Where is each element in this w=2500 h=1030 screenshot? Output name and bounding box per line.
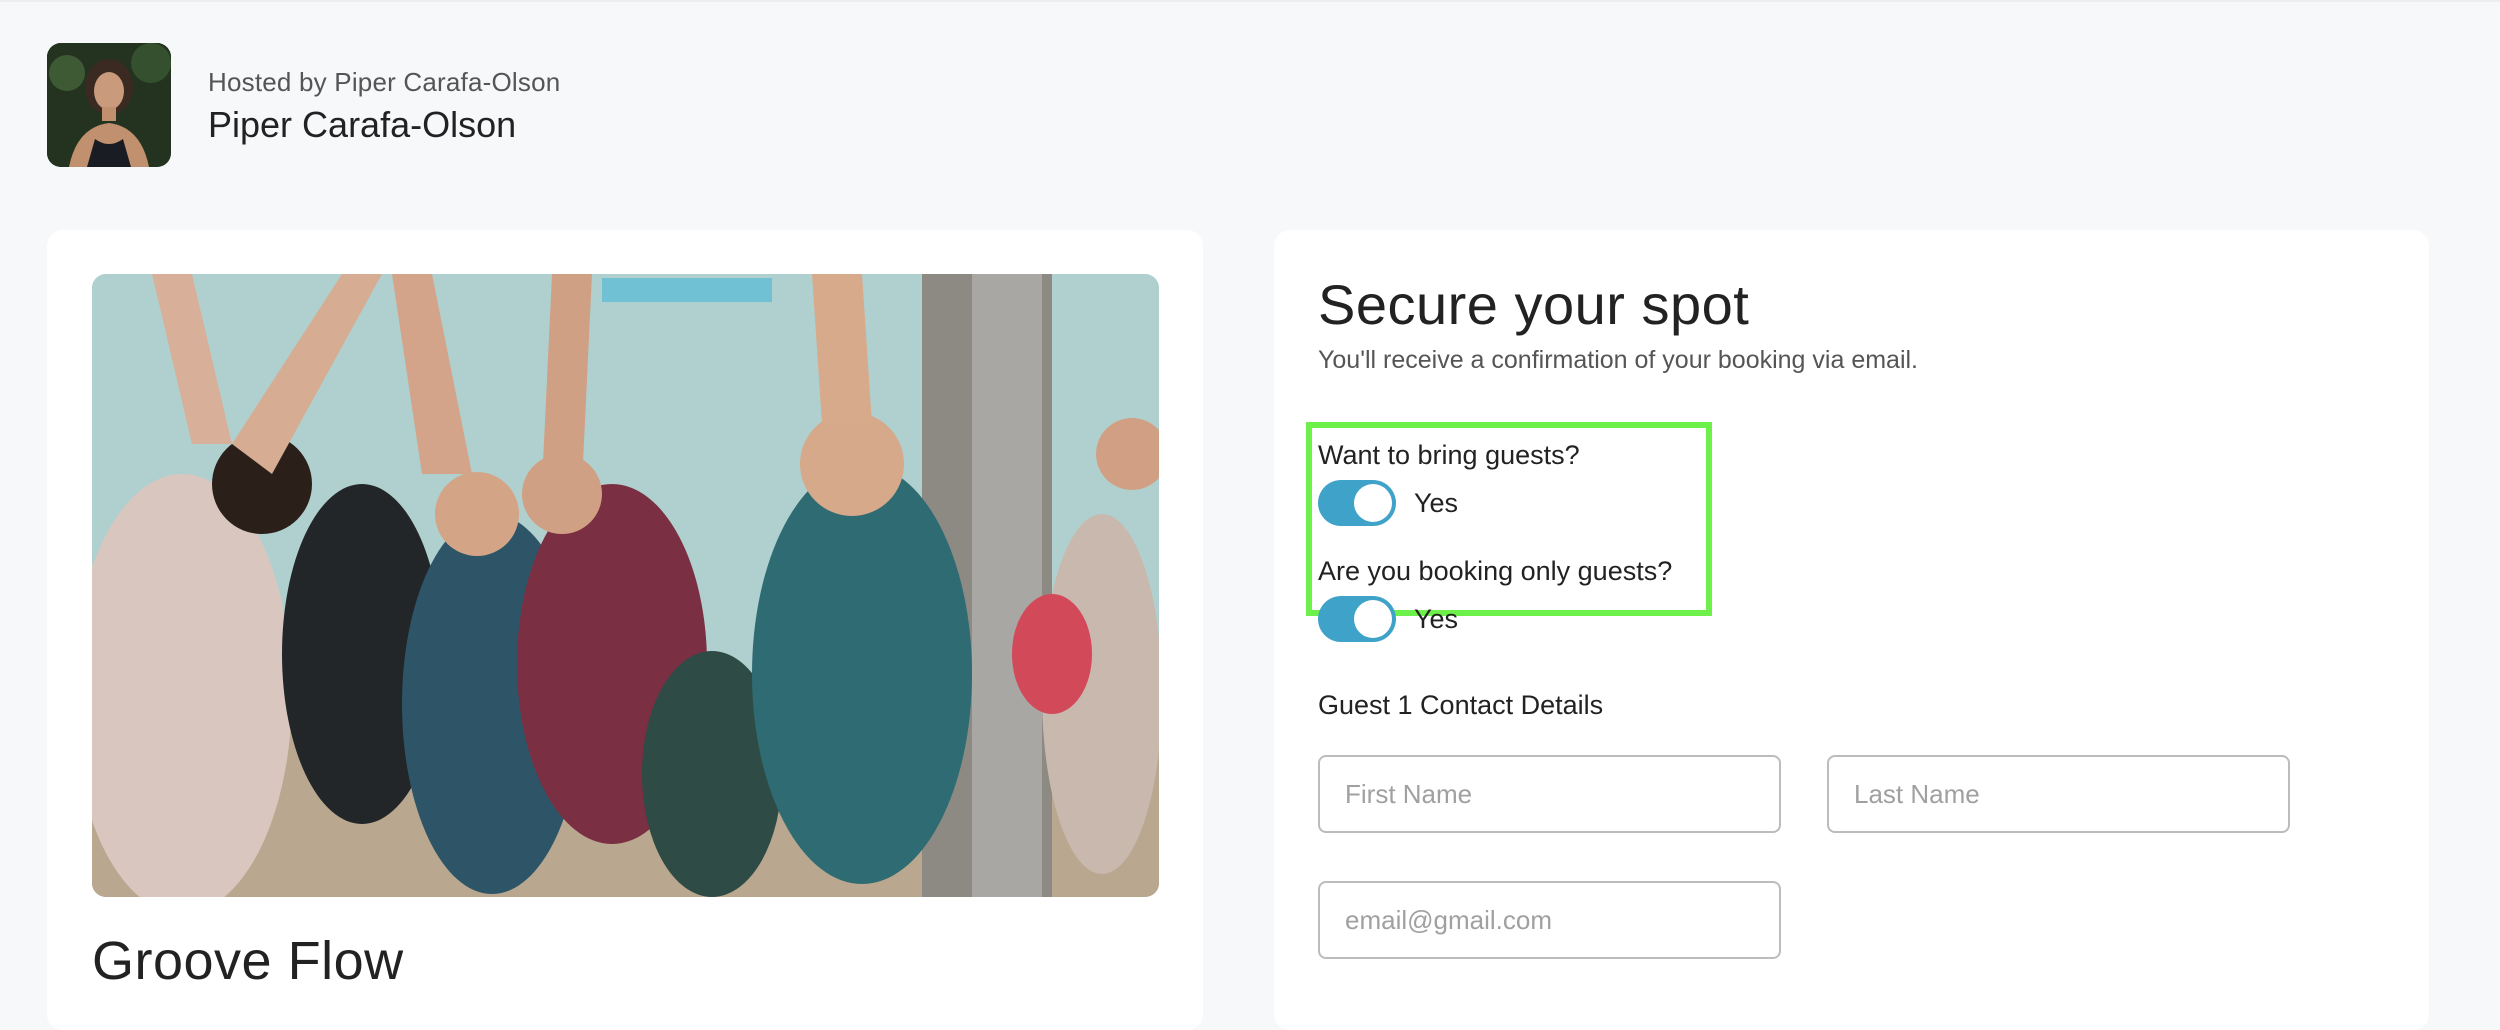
only-guests-question: Are you booking only guests? — [1318, 556, 1673, 586]
event-card: Groove Flow — [47, 230, 1203, 1030]
host-header: Hosted by Piper Carafa-Olson Piper Caraf… — [47, 43, 560, 167]
email-input[interactable] — [1318, 881, 1781, 959]
host-name: Piper Carafa-Olson — [208, 104, 517, 145]
only-guests-toggle[interactable] — [1318, 596, 1396, 642]
bring-guests-toggle[interactable] — [1318, 480, 1396, 526]
hosted-by-label: Hosted by Piper Carafa-Olson — [208, 67, 561, 97]
last-name-input[interactable] — [1827, 755, 2290, 833]
yoga-class-photo-icon — [92, 274, 1159, 897]
first-name-input[interactable] — [1318, 755, 1781, 833]
avatar-photo-icon — [47, 43, 171, 167]
booking-card: Secure your spot You'll receive a confir… — [1274, 230, 2429, 1030]
event-title: Groove Flow — [92, 931, 404, 991]
bring-guests-toggle-row: Yes — [1318, 480, 1458, 526]
toggle-knob — [1354, 600, 1392, 638]
toggle-knob — [1354, 484, 1392, 522]
host-avatar — [47, 43, 171, 167]
booking-subtitle: You'll receive a confirmation of your bo… — [1318, 346, 1918, 374]
event-hero-image — [92, 274, 1159, 897]
bring-guests-question: Want to bring guests? — [1318, 440, 1580, 470]
bring-guests-value: Yes — [1414, 487, 1459, 518]
guest-contact-heading: Guest 1 Contact Details — [1318, 690, 1604, 720]
only-guests-toggle-row: Yes — [1318, 596, 1458, 642]
top-divider — [0, 0, 2500, 2]
only-guests-value: Yes — [1414, 603, 1459, 634]
booking-title: Secure your spot — [1318, 273, 1750, 336]
